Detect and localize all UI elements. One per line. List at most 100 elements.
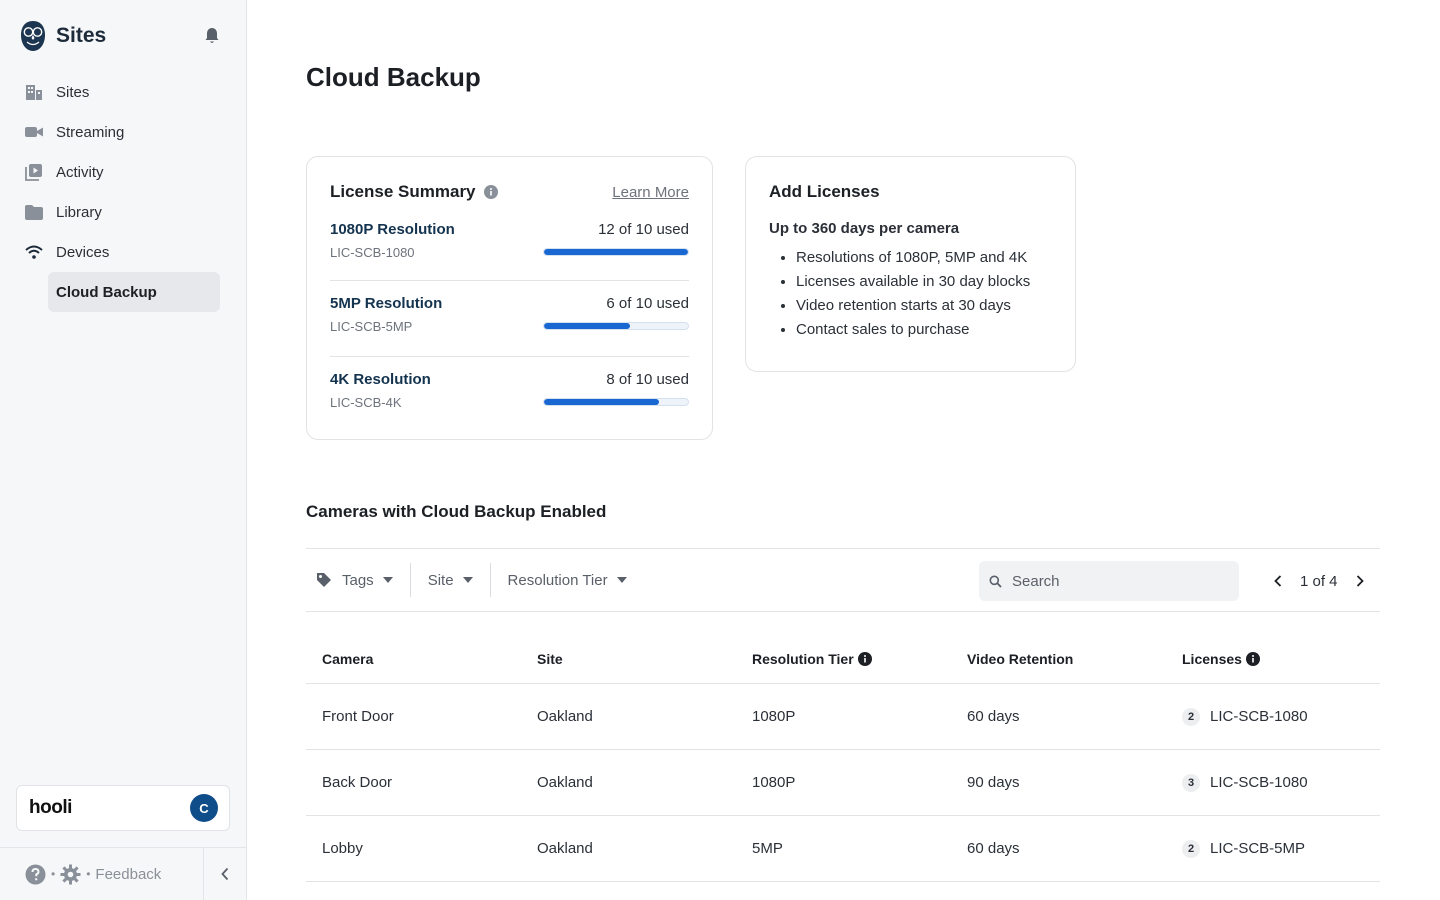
pagination: 1 of 4 (1266, 569, 1372, 593)
license-usage-fill (544, 399, 660, 405)
column-header-resolution-tier[interactable]: Resolution Tier (736, 651, 951, 667)
column-header-label: Resolution Tier (752, 650, 854, 667)
license-row: 5MP Resolution LIC-SCB-5MP 6 of 10 used (330, 281, 689, 357)
sidebar: Sites Sites Streaming Activity Library D… (0, 0, 247, 900)
license-summary-title: License Summary (330, 182, 498, 202)
cell-licenses: 2 LIC-SCB-5MP (1166, 839, 1380, 858)
cell-video-retention: 60 days (967, 708, 1020, 725)
license-code: LIC-SCB-5MP (330, 319, 413, 334)
owl-logo-icon (21, 21, 45, 51)
org-logo: hooli (29, 797, 72, 818)
column-header-licenses[interactable]: Licenses (1166, 651, 1380, 667)
cell-camera: Lobby (322, 840, 363, 857)
table-row[interactable]: Back Door Oakland 1080P 90 days 3 LIC-SC… (306, 750, 1380, 816)
sidebar-item-library[interactable]: Library (16, 192, 220, 232)
license-count-badge: 3 (1182, 773, 1200, 792)
resolution-tier-filter-label: Resolution Tier (507, 571, 608, 589)
license-code: LIC-SCB-1080 (1210, 708, 1308, 725)
cell-video-retention: 90 days (967, 774, 1020, 791)
license-summary-card: License Summary Learn More 1080P Resolut… (306, 156, 713, 440)
list-item: Contact sales to purchase (796, 318, 1052, 342)
feedback-link[interactable]: Feedback (95, 866, 161, 883)
tags-filter[interactable]: Tags (306, 563, 410, 597)
sidebar-item-devices[interactable]: Devices (16, 232, 220, 272)
sidebar-item-label: Sites (56, 83, 90, 101)
main-content: Cloud Backup License Summary Learn More … (247, 0, 1440, 900)
license-name: 5MP Resolution (330, 295, 443, 312)
chevron-left-icon (1274, 575, 1282, 587)
search-input[interactable] (1012, 572, 1212, 590)
cell-camera: Back Door (322, 774, 393, 791)
sidebar-subitem-cloud-backup[interactable]: Cloud Backup (48, 272, 220, 312)
folder-icon (24, 202, 44, 222)
cameras-table: Camera Site Resolution Tier Video Retent… (306, 634, 1380, 882)
column-header-camera[interactable]: Camera (306, 651, 521, 667)
gear-icon[interactable] (60, 864, 81, 885)
column-header-video-retention[interactable]: Video Retention (951, 651, 1166, 667)
sidebar-item-label: Devices (56, 243, 110, 261)
page-indicator: 1 of 4 (1300, 572, 1338, 590)
license-count-badge: 2 (1182, 839, 1200, 858)
collapse-sidebar-button[interactable] (204, 848, 246, 900)
license-name: 4K Resolution (330, 371, 431, 388)
video-camera-icon (24, 122, 44, 142)
license-usage-text: 12 of 10 used (598, 221, 689, 238)
table-row[interactable]: Lobby Oakland 5MP 60 days 2 LIC-SCB-5MP (306, 816, 1380, 882)
search-box[interactable] (979, 561, 1239, 601)
cell-site: Oakland (537, 774, 593, 791)
info-icon[interactable] (1245, 651, 1260, 666)
brand-title: Sites (56, 24, 107, 47)
learn-more-link[interactable]: Learn More (612, 184, 689, 201)
cell-licenses: 3 LIC-SCB-1080 (1166, 773, 1380, 792)
tag-icon (317, 573, 331, 587)
caret-down-icon (616, 577, 627, 583)
cell-camera: Front Door (322, 708, 394, 725)
info-icon[interactable] (857, 651, 872, 666)
tags-filter-label: Tags (342, 571, 374, 589)
column-header-label: Licenses (1182, 650, 1242, 667)
caret-down-icon (382, 577, 393, 583)
add-licenses-title: Add Licenses (769, 182, 880, 201)
license-code: LIC-SCB-1080 (330, 245, 415, 260)
site-filter-label: Site (427, 571, 454, 589)
license-usage-bar (543, 398, 689, 406)
add-licenses-subtitle: Up to 360 days per camera (769, 220, 960, 237)
column-header-site[interactable]: Site (521, 651, 736, 667)
list-item: Resolutions of 1080P, 5MP and 4K (796, 246, 1052, 270)
info-icon[interactable] (483, 185, 498, 199)
list-item: Licenses available in 30 day blocks (796, 270, 1052, 294)
cell-site: Oakland (537, 708, 593, 725)
sidebar-item-streaming[interactable]: Streaming (16, 112, 220, 152)
cell-resolution-tier: 1080P (752, 708, 796, 725)
table-row[interactable]: Front Door Oakland 1080P 60 days 2 LIC-S… (306, 684, 1380, 750)
license-usage-bar (543, 322, 689, 330)
license-code: LIC-SCB-4K (330, 395, 402, 410)
help-icon[interactable] (25, 864, 46, 885)
license-code: LIC-SCB-1080 (1210, 774, 1308, 791)
wifi-icon (24, 242, 44, 262)
sidebar-item-sites[interactable]: Sites (16, 72, 220, 112)
org-switcher[interactable]: hooli C (16, 785, 230, 831)
cameras-section-title: Cameras with Cloud Backup Enabled (306, 502, 607, 521)
brand[interactable]: Sites (20, 20, 106, 52)
cell-resolution-tier: 5MP (752, 840, 783, 857)
avatar[interactable]: C (190, 794, 218, 822)
resolution-tier-filter[interactable]: Resolution Tier (491, 563, 644, 597)
play-library-icon (24, 162, 44, 182)
cell-site: Oakland (537, 840, 593, 857)
prev-page-button[interactable] (1266, 569, 1290, 593)
bell-icon[interactable] (202, 26, 222, 46)
sidebar-item-activity[interactable]: Activity (16, 152, 220, 192)
site-filter[interactable]: Site (411, 563, 490, 597)
cell-licenses: 2 LIC-SCB-1080 (1166, 707, 1380, 726)
license-row: 1080P Resolution LIC-SCB-1080 12 of 10 u… (330, 211, 689, 281)
cell-resolution-tier: 1080P (752, 774, 796, 791)
license-usage-fill (544, 323, 631, 329)
cell-video-retention: 60 days (967, 840, 1020, 857)
list-item: Video retention starts at 30 days (796, 294, 1052, 318)
license-row: 4K Resolution LIC-SCB-4K 8 of 10 used (330, 357, 689, 433)
sidebar-nav: Sites Streaming Activity Library Devices (16, 72, 220, 312)
next-page-button[interactable] (1348, 569, 1372, 593)
license-usage-text: 6 of 10 used (606, 295, 689, 312)
sidebar-item-label: Streaming (56, 123, 125, 141)
